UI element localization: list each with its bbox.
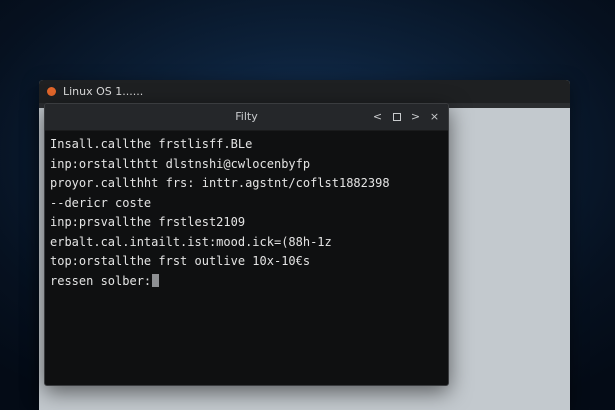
close-icon[interactable]: × [427, 108, 442, 125]
text-cursor [152, 273, 160, 287]
terminal-prompt-line[interactable]: ressen solber: [50, 272, 443, 292]
terminal-line: inp:prsvallthe frstlest2109 [50, 215, 246, 229]
chevron-right-icon[interactable]: > [408, 108, 423, 125]
background-window-titlebar[interactable]: Linux OS 1...... [39, 80, 570, 103]
terminal-line: Insall.callthe frstlisff.BLe [50, 137, 253, 151]
terminal-line: --dericr coste [50, 195, 152, 210]
terminal-output[interactable]: Insall.callthe frstlisff.BLe inp:orstall… [50, 135, 443, 291]
terminal-window[interactable]: Filty < > × Insall.callthe frstlisff.BLe… [44, 103, 449, 386]
terminal-titlebar[interactable]: Filty < > × [45, 104, 448, 131]
ubuntu-logo-icon [47, 87, 56, 96]
terminal-line: inp:orstallthtt dlstnshi@cwlocenbyfp [50, 156, 311, 171]
terminal-prompt: ressen solber: [50, 273, 152, 288]
terminal-line: proyor.callthht frs: inttr.agstnt/coflst… [50, 176, 390, 190]
chevron-left-icon[interactable]: < [370, 108, 385, 125]
terminal-line: erbalt.cal.intailt.ist:mood.ick=(88h-1z [50, 234, 332, 249]
window-controls: < > × [370, 108, 442, 125]
background-window-title: Linux OS 1...... [63, 85, 144, 98]
maximize-icon[interactable] [389, 108, 404, 125]
terminal-line: top:orstallthe frst outlive 10x-10€s [50, 254, 311, 268]
